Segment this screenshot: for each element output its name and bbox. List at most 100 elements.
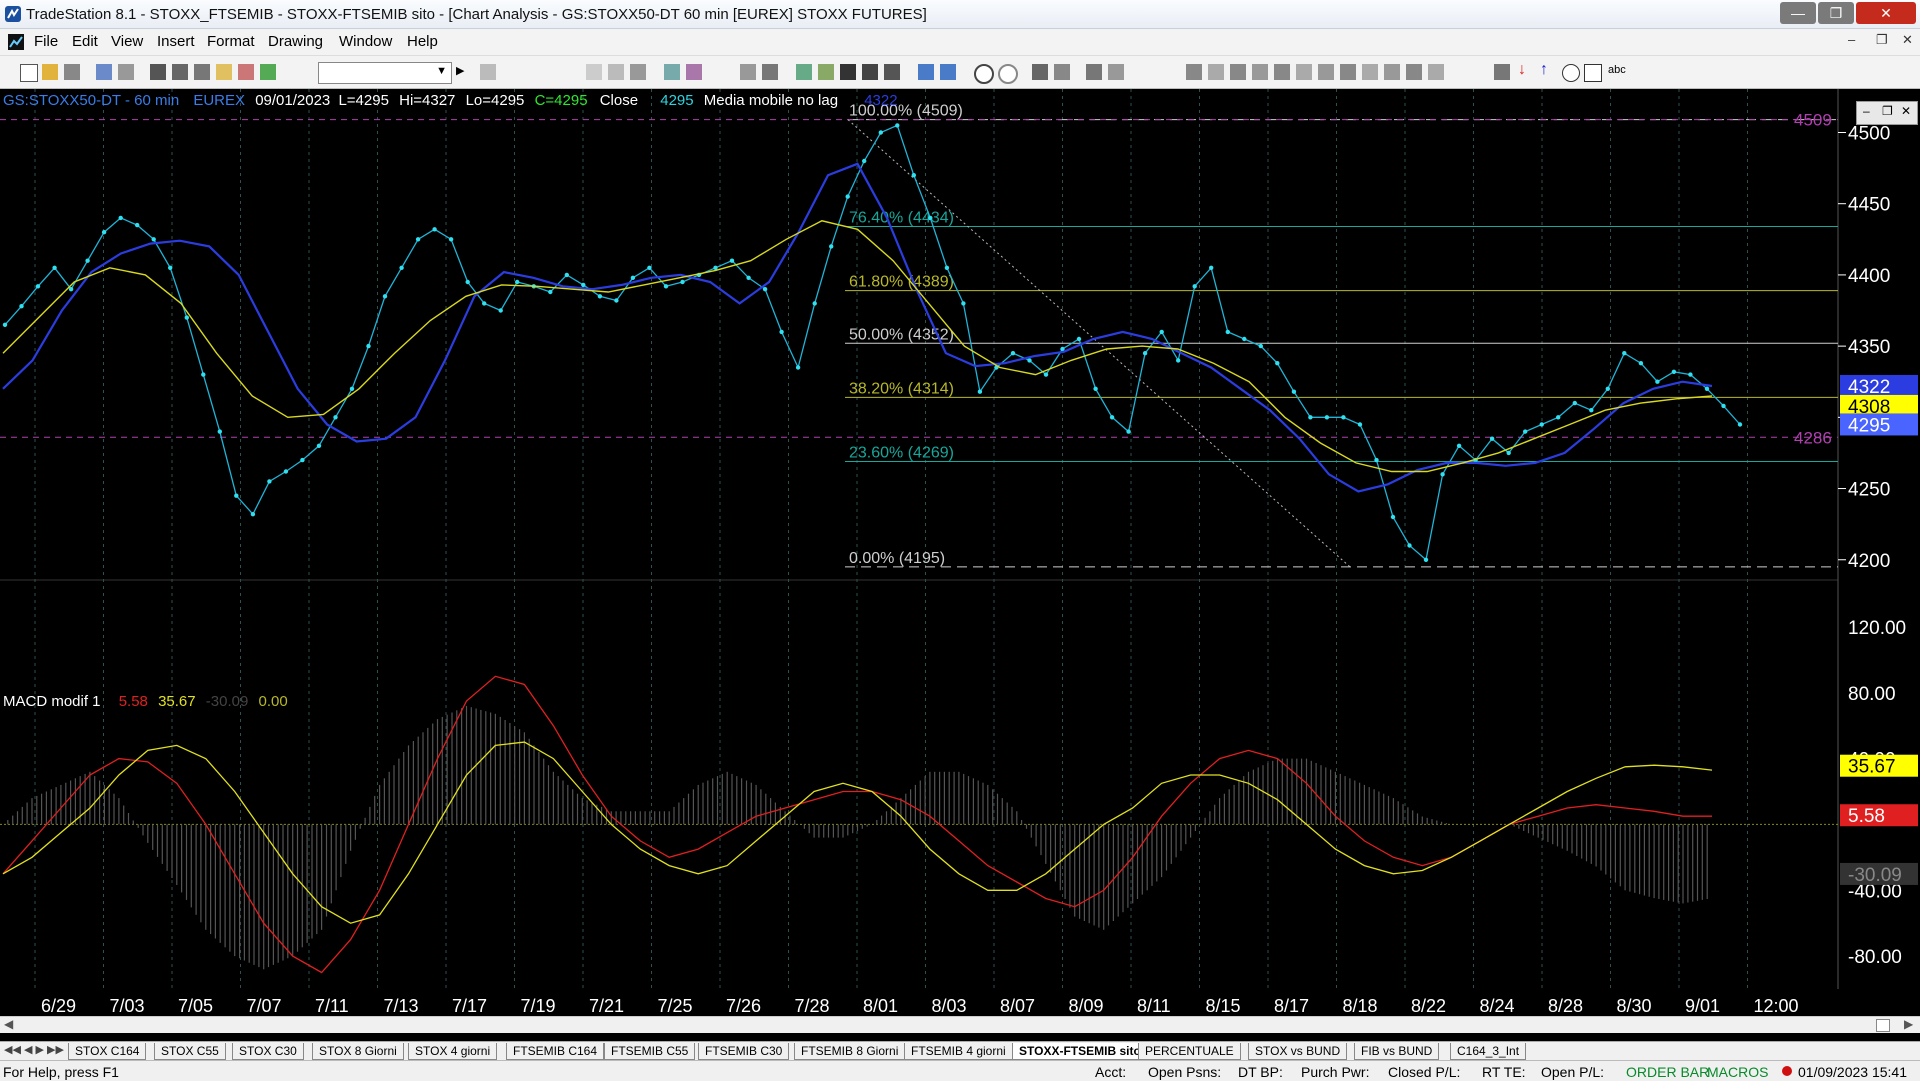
format-icon[interactable] bbox=[740, 64, 756, 80]
hist-icon[interactable] bbox=[862, 64, 878, 80]
freehand-icon[interactable] bbox=[1494, 64, 1510, 80]
bar-spacing-icon[interactable] bbox=[940, 64, 956, 80]
panel-minimize-button[interactable]: – bbox=[1863, 104, 1870, 118]
workspace-icon[interactable] bbox=[64, 64, 80, 80]
tab-stox-4-giorni[interactable]: STOX 4 giorni bbox=[408, 1043, 498, 1060]
tools-icon[interactable] bbox=[1086, 64, 1102, 80]
pointer-icon[interactable] bbox=[1032, 64, 1048, 80]
ellipse-tool-icon[interactable] bbox=[1384, 64, 1400, 80]
cut-icon[interactable] bbox=[172, 64, 188, 80]
panel-close-button[interactable]: ✕ bbox=[1901, 104, 1911, 118]
menu-drawing[interactable]: Drawing bbox=[268, 33, 323, 50]
menu-insert[interactable]: Insert bbox=[157, 33, 195, 50]
pencil-icon[interactable] bbox=[1428, 64, 1444, 80]
close-price-point bbox=[19, 304, 24, 309]
channel-icon[interactable] bbox=[1252, 64, 1268, 80]
zoom-in-icon[interactable] bbox=[974, 64, 994, 84]
price-chart[interactable]: 6/29 7/03 7/05 7/07 7/11 7/13 7/17 7/19 7/21 7/25… bbox=[0, 89, 1920, 1026]
title-bar: TradeStation 8.1 - STOXX_FTSEMIB - STOXX… bbox=[0, 0, 1920, 29]
menu-view[interactable]: View bbox=[111, 33, 143, 50]
tab-stoxx-ftsemib-sito[interactable]: STOXX-FTSEMIB sito bbox=[1012, 1043, 1148, 1060]
find-icon[interactable] bbox=[480, 64, 496, 80]
circle-icon[interactable] bbox=[1562, 64, 1580, 82]
print-preview-icon[interactable] bbox=[150, 64, 166, 80]
open-icon[interactable] bbox=[42, 64, 58, 80]
speedline-icon[interactable] bbox=[1318, 64, 1334, 80]
table-icon[interactable] bbox=[630, 64, 646, 80]
macros-button[interactable]: MACROS bbox=[1707, 1064, 1768, 1080]
lock-icon[interactable] bbox=[216, 64, 232, 80]
menu-file[interactable]: File bbox=[34, 33, 58, 50]
print-icon[interactable] bbox=[118, 64, 134, 80]
child-minimize-button[interactable]: – bbox=[1848, 32, 1855, 47]
closed-pl-label: Closed P/L: bbox=[1388, 1064, 1461, 1080]
crosshair-icon[interactable] bbox=[1054, 64, 1070, 80]
regression-icon[interactable] bbox=[1362, 64, 1378, 80]
close-button[interactable]: ✕ bbox=[1856, 2, 1916, 24]
minimize-button[interactable]: — bbox=[1780, 2, 1816, 24]
close-price-point bbox=[680, 279, 685, 285]
chart-area[interactable]: 6/29 7/03 7/05 7/07 7/11 7/13 7/17 7/19 7/21 7/25… bbox=[0, 89, 1920, 1026]
tab-ftsemib-c55[interactable]: FTSEMIB C55 bbox=[604, 1043, 696, 1060]
pause-icon[interactable] bbox=[884, 64, 900, 80]
scroll-left-icon[interactable]: ◀ bbox=[4, 1017, 13, 1031]
indicator-icon[interactable] bbox=[664, 64, 680, 80]
arrow-up-icon[interactable]: ↑ bbox=[1540, 61, 1548, 79]
menu-window[interactable]: Window bbox=[339, 33, 392, 50]
tab-ftsemib-c164[interactable]: FTSEMIB C164 bbox=[506, 1043, 605, 1060]
close-price-point bbox=[465, 279, 470, 285]
horizontal-line-icon[interactable] bbox=[1230, 64, 1246, 80]
tab-stox-8-giorni[interactable]: STOX 8 Giorni bbox=[312, 1043, 404, 1060]
rectangle-icon[interactable] bbox=[1584, 64, 1602, 82]
close-price-point bbox=[448, 237, 454, 242]
scanner-icon[interactable] bbox=[796, 64, 812, 80]
menu-format[interactable]: Format bbox=[207, 33, 255, 50]
scroll-right-icon[interactable]: ▶ bbox=[1904, 1017, 1913, 1031]
tab-percentuale[interactable]: PERCENTUALE bbox=[1138, 1043, 1241, 1060]
data-window-icon[interactable] bbox=[918, 64, 934, 80]
horizontal-scrollbar[interactable]: ◀ ▶ bbox=[0, 1016, 1920, 1033]
tab-ftsemib-8-giorni[interactable]: FTSEMIB 8 Giorni bbox=[794, 1043, 906, 1060]
chart-window-icon[interactable] bbox=[7, 33, 25, 51]
tab-ftsemib-4-giorni[interactable]: FTSEMIB 4 giorni bbox=[904, 1043, 1013, 1060]
globe-icon[interactable] bbox=[260, 64, 276, 80]
text-tool-icon[interactable]: abc bbox=[1608, 64, 1626, 76]
copy-chart-icon[interactable] bbox=[1108, 64, 1124, 80]
arrow-down-icon[interactable]: ↓ bbox=[1518, 61, 1526, 79]
gann-icon[interactable] bbox=[1296, 64, 1312, 80]
bar-chart-icon[interactable] bbox=[586, 64, 602, 80]
vertical-line-icon[interactable] bbox=[1208, 64, 1224, 80]
tab-stox-vs-bund[interactable]: STOX vs BUND bbox=[1248, 1043, 1348, 1060]
tab-c164-3-int[interactable]: C164_3_Int bbox=[1450, 1043, 1527, 1060]
refresh-icon[interactable] bbox=[762, 64, 778, 80]
arrow-right-icon[interactable]: ▶ bbox=[456, 64, 464, 77]
andrews-icon[interactable] bbox=[1340, 64, 1356, 80]
paint-icon[interactable] bbox=[238, 64, 254, 80]
fibonacci-icon[interactable] bbox=[1274, 64, 1290, 80]
arc-icon[interactable] bbox=[1406, 64, 1422, 80]
symbol-dropdown[interactable]: ▼ bbox=[318, 62, 452, 84]
line-chart-icon[interactable] bbox=[608, 64, 624, 80]
child-close-button[interactable]: ✕ bbox=[1902, 32, 1913, 48]
new-icon[interactable] bbox=[20, 64, 38, 82]
strategy-icon[interactable] bbox=[686, 64, 702, 80]
scroll-thumb[interactable] bbox=[1876, 1019, 1890, 1032]
tab-stox-c55[interactable]: STOX C55 bbox=[154, 1043, 226, 1060]
tab-nav-first-icon[interactable]: ◀◀ ◀ ▶ ▶▶ bbox=[4, 1043, 64, 1056]
child-restore-button[interactable]: ❐ bbox=[1876, 32, 1888, 48]
matrix-icon[interactable] bbox=[840, 64, 856, 80]
tab-stox-c30[interactable]: STOX C30 bbox=[232, 1043, 304, 1060]
save-icon[interactable] bbox=[96, 64, 112, 80]
trendline-icon[interactable] bbox=[1186, 64, 1202, 80]
copy-icon[interactable] bbox=[194, 64, 210, 80]
order-bar-button[interactable]: ORDER BAR bbox=[1626, 1064, 1709, 1080]
zoom-out-icon[interactable] bbox=[998, 64, 1018, 84]
restore-button[interactable]: ❐ bbox=[1818, 2, 1854, 24]
panel-restore-button[interactable]: ❐ bbox=[1882, 104, 1893, 118]
tab-fib-vs-bund[interactable]: FIB vs BUND bbox=[1354, 1043, 1440, 1060]
menu-help[interactable]: Help bbox=[407, 33, 438, 50]
radar-icon[interactable] bbox=[818, 64, 834, 80]
tab-stox-c164[interactable]: STOX C164 bbox=[68, 1043, 147, 1060]
tab-ftsemib-c30[interactable]: FTSEMIB C30 bbox=[698, 1043, 790, 1060]
menu-edit[interactable]: Edit bbox=[72, 33, 98, 50]
